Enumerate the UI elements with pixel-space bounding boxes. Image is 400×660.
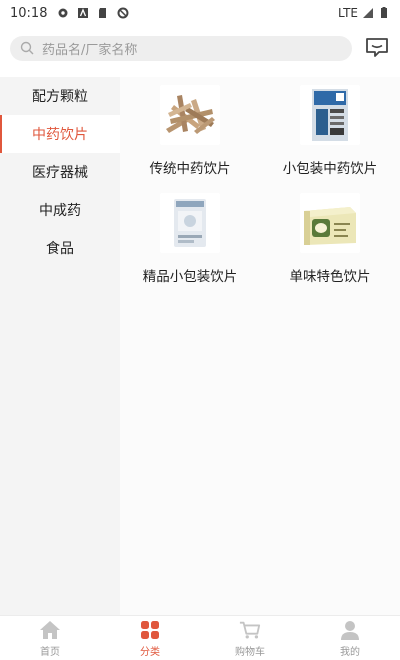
sync-icon xyxy=(117,7,129,19)
nav-cart[interactable]: 购物车 xyxy=(200,616,300,660)
user-icon xyxy=(339,619,361,641)
nav-label: 购物车 xyxy=(235,646,265,658)
nav-category[interactable]: 分类 xyxy=(100,616,200,660)
status-right: LTE xyxy=(338,6,390,20)
product-item[interactable]: 精品小包装饮片 xyxy=(120,193,260,293)
product-label: 精品小包装饮片 xyxy=(142,269,238,285)
product-label: 小包装中药饮片 xyxy=(282,161,378,177)
sidebar-item-tcm-slices[interactable]: 中药饮片 xyxy=(0,115,120,153)
battery-icon xyxy=(381,7,387,18)
product-item[interactable]: 单味特色饮片 xyxy=(260,193,400,293)
settings-icon xyxy=(58,8,68,18)
product-label: 传统中药饮片 xyxy=(149,161,231,177)
gift-box-image xyxy=(300,193,360,253)
small-package-image xyxy=(300,85,360,145)
sidebar-item-label: 医疗器械 xyxy=(32,165,88,181)
product-grid: 传统中药饮片 小包装中药饮片 精品小包装饮片 单味特色饮片 xyxy=(120,77,400,293)
sidebar-item-label: 食品 xyxy=(46,241,74,257)
search-input[interactable]: 药品名/厂家名称 xyxy=(10,35,353,61)
nav-home[interactable]: 首页 xyxy=(0,616,100,660)
sidebar-item-label: 配方颗粒 xyxy=(32,89,88,105)
nav-label: 首页 xyxy=(40,646,60,658)
status-bar: 10:18 LTE xyxy=(0,0,400,26)
cart-icon xyxy=(239,619,261,641)
nav-label: 分类 xyxy=(140,646,160,658)
product-item[interactable]: 小包装中药饮片 xyxy=(260,85,400,185)
sidebar-item-proprietary-medicine[interactable]: 中成药 xyxy=(0,191,120,229)
message-button[interactable] xyxy=(364,35,390,61)
signal-icon xyxy=(363,8,373,18)
search-placeholder: 药品名/厂家名称 xyxy=(42,42,138,58)
search-row: 药品名/厂家名称 xyxy=(0,30,400,66)
search-icon xyxy=(20,41,34,55)
a-icon xyxy=(78,8,89,18)
premium-package-image xyxy=(160,193,220,253)
status-notification-icons xyxy=(57,7,129,19)
product-label: 单味特色饮片 xyxy=(289,269,371,285)
sidebar-item-label: 中药饮片 xyxy=(32,127,88,143)
sd-card-icon xyxy=(99,8,107,18)
home-icon xyxy=(39,619,61,641)
category-icon xyxy=(139,619,161,641)
network-type: LTE xyxy=(338,6,358,20)
product-panel: 传统中药饮片 小包装中药饮片 精品小包装饮片 单味特色饮片 xyxy=(120,77,400,615)
product-item[interactable]: 传统中药饮片 xyxy=(120,85,260,185)
nav-label: 我的 xyxy=(340,646,360,658)
nav-profile[interactable]: 我的 xyxy=(300,616,400,660)
category-sidebar: 配方颗粒 中药饮片 医疗器械 中成药 食品 xyxy=(0,77,120,615)
herb-slices-image xyxy=(160,85,220,145)
sidebar-item-label: 中成药 xyxy=(39,203,81,219)
status-time: 10:18 xyxy=(10,5,48,21)
sidebar-item-food[interactable]: 食品 xyxy=(0,229,120,267)
sidebar-item-formula-granules[interactable]: 配方颗粒 xyxy=(0,77,120,115)
message-icon xyxy=(366,38,389,57)
sidebar-item-medical-devices[interactable]: 医疗器械 xyxy=(0,153,120,191)
bottom-nav: 首页 分类 购物车 我的 xyxy=(0,615,400,660)
